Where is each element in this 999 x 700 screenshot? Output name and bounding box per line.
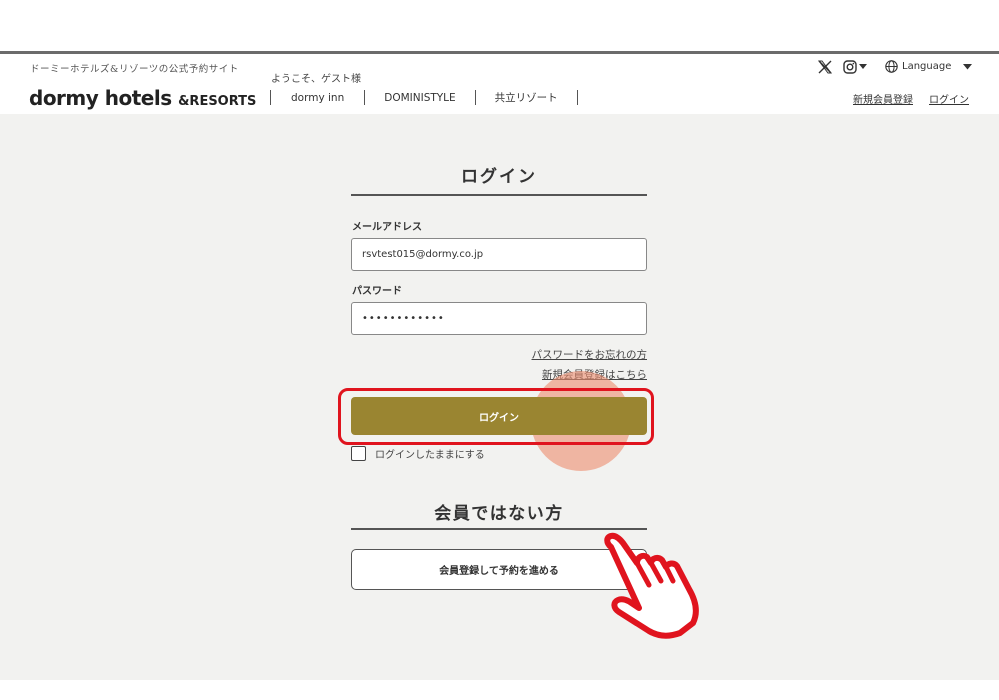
nav-separator — [576, 90, 578, 105]
instagram-icon[interactable] — [843, 60, 857, 74]
remember-checkbox[interactable] — [351, 446, 366, 461]
logo-sub-text: &RESORTS — [178, 94, 257, 109]
welcome-message: ようこそ、ゲスト様 — [271, 74, 361, 85]
brand-nav: dormy inn DOMINISTYLE 共立リゾート — [270, 90, 578, 105]
language-label: Language — [902, 61, 952, 72]
highlight-box — [338, 388, 654, 445]
login-title-underline — [351, 194, 647, 196]
nav-item-kyoritsu-resort[interactable]: 共立リゾート — [495, 90, 558, 105]
email-label: メールアドレス — [352, 222, 422, 233]
password-label: パスワード — [352, 286, 402, 297]
social-icons — [818, 60, 867, 74]
password-field[interactable]: •••••••••••• — [351, 302, 647, 335]
main-content: ログイン メールアドレス rsvtest015@dormy.co.jp パスワー… — [0, 114, 999, 680]
email-field[interactable]: rsvtest015@dormy.co.jp — [351, 238, 647, 271]
header-register-link[interactable]: 新規会員登録 — [853, 91, 913, 106]
site-logo[interactable]: dormy hotels &RESORTS — [29, 86, 256, 110]
x-logo-icon[interactable] — [818, 60, 832, 74]
language-selector[interactable]: Language — [885, 60, 973, 73]
chevron-down-icon — [963, 63, 973, 69]
logo-main-text: dormy hotels — [29, 86, 172, 110]
pointing-hand-icon — [604, 532, 699, 639]
login-title: ログイン — [461, 167, 537, 187]
header-login-link[interactable]: ログイン — [929, 91, 969, 106]
nav-separator — [270, 90, 271, 105]
site-tagline: ドーミーホテルズ&リゾーツの公式予約サイト — [30, 64, 239, 75]
chevron-down-icon[interactable] — [859, 64, 867, 70]
remember-me[interactable]: ログインしたままにする — [351, 446, 485, 461]
nav-separator — [364, 90, 366, 105]
globe-icon — [885, 60, 898, 73]
nav-item-dministyle[interactable]: DOMINISTYLE — [384, 92, 455, 104]
forgot-password-link[interactable]: パスワードをお忘れの方 — [532, 347, 648, 362]
remember-label: ログインしたままにする — [375, 450, 485, 461]
header-links: 新規会員登録 ログイン — [853, 91, 969, 106]
site-header: ドーミーホテルズ&リゾーツの公式予約サイト ようこそ、ゲスト様 dormy ho… — [0, 54, 999, 114]
nav-separator — [474, 90, 476, 105]
nonmember-title: 会員ではない方 — [434, 504, 564, 524]
nav-item-dormy-inn[interactable]: dormy inn — [291, 92, 344, 104]
